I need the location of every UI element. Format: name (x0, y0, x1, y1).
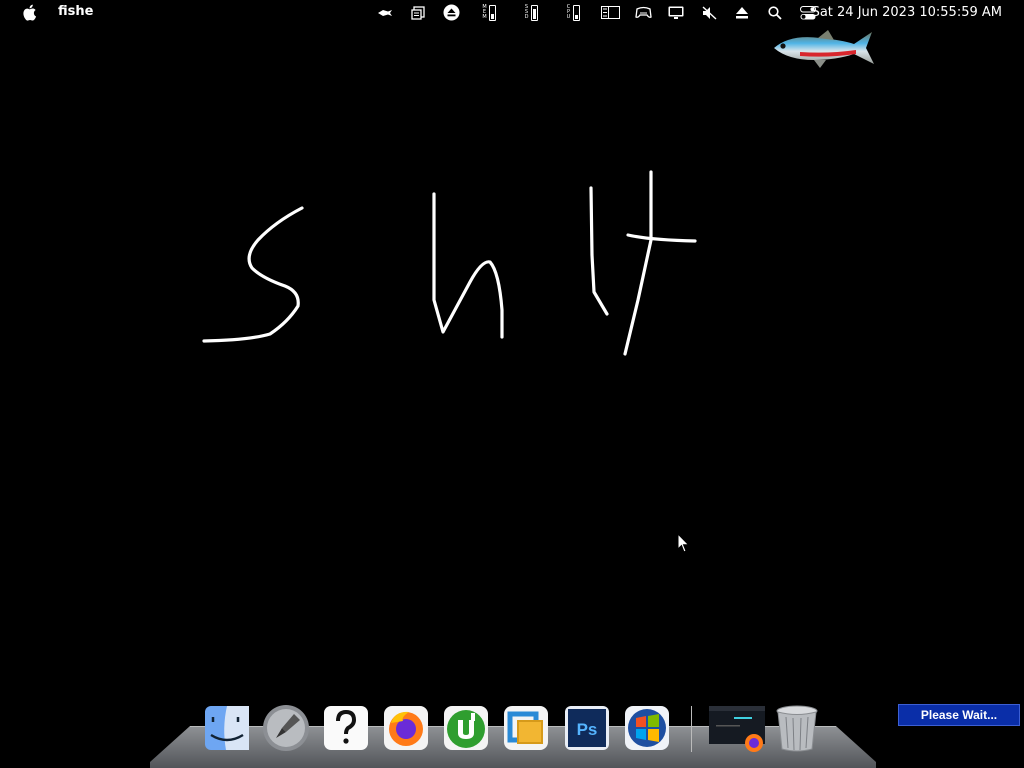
dock-trash[interactable] (772, 703, 822, 753)
dock-photoshop[interactable]: Ps (562, 703, 612, 753)
dock-firefox[interactable] (381, 703, 431, 753)
dock-launchpad[interactable] (261, 703, 311, 753)
ssd-stat-label: SSD (524, 4, 529, 20)
dock-help[interactable] (321, 703, 371, 753)
dock-windows[interactable] (622, 703, 672, 753)
eject-icon[interactable] (733, 0, 751, 25)
handwritten-letter-t-stem (623, 170, 653, 356)
firefox-window-thumbnail (709, 706, 765, 752)
clipboard-icon[interactable] (410, 0, 426, 25)
cpu-stat[interactable]: CPU (560, 0, 586, 25)
dock-finder[interactable] (202, 703, 252, 753)
svg-text:Ps: Ps (577, 720, 598, 739)
neon-tetra-fish-icon (774, 30, 874, 68)
trash-icon (776, 705, 818, 752)
gamepad-icon[interactable] (634, 0, 652, 25)
mouse-cursor-icon (677, 533, 690, 553)
photoshop-icon: Ps (565, 706, 609, 750)
handwritten-letter-h (432, 192, 504, 339)
menu-bar: fishe MEM SSD CPU Sat 24 Jun 2023 10:55:… (0, 0, 1024, 25)
eject-circle-icon[interactable] (442, 0, 460, 25)
firefox-icon (384, 706, 428, 750)
help-icon (324, 706, 368, 750)
display-icon[interactable] (667, 0, 685, 25)
please-wait-badge: Please Wait... (898, 704, 1020, 726)
fish-tray-icon[interactable] (376, 0, 394, 25)
handwritten-letter-i (589, 186, 609, 316)
memory-stat[interactable]: MEM (476, 0, 502, 25)
finder-icon (205, 706, 249, 750)
vmware-icon (504, 706, 548, 750)
dock-vmware[interactable] (501, 703, 551, 753)
launchpad-icon (263, 705, 309, 751)
menubar-clock[interactable]: Sat 24 Jun 2023 10:55:59 AM (812, 5, 1002, 20)
list-icon[interactable] (600, 0, 620, 25)
search-icon[interactable] (766, 0, 784, 25)
memory-level-bar (489, 4, 496, 21)
volume-mute-icon[interactable] (700, 0, 718, 25)
handwritten-letter-t-bar (626, 233, 697, 243)
handwritten-letter-s (202, 206, 304, 343)
utorrent-icon (444, 706, 488, 750)
memory-stat-label: MEM (482, 4, 487, 20)
cpu-level-bar (573, 4, 580, 21)
dock-separator (691, 706, 692, 752)
ssd-level-bar (531, 4, 538, 21)
windows-icon (625, 706, 669, 750)
app-menu-name[interactable]: fishe (58, 4, 93, 19)
ssd-stat[interactable]: SSD (518, 0, 544, 25)
dock-utorrent[interactable] (441, 703, 491, 753)
dock-firefox-window[interactable] (708, 703, 766, 753)
cpu-stat-label: CPU (566, 4, 571, 20)
handwriting-drawing: shit (202, 170, 697, 356)
apple-logo-icon[interactable] (21, 4, 37, 21)
